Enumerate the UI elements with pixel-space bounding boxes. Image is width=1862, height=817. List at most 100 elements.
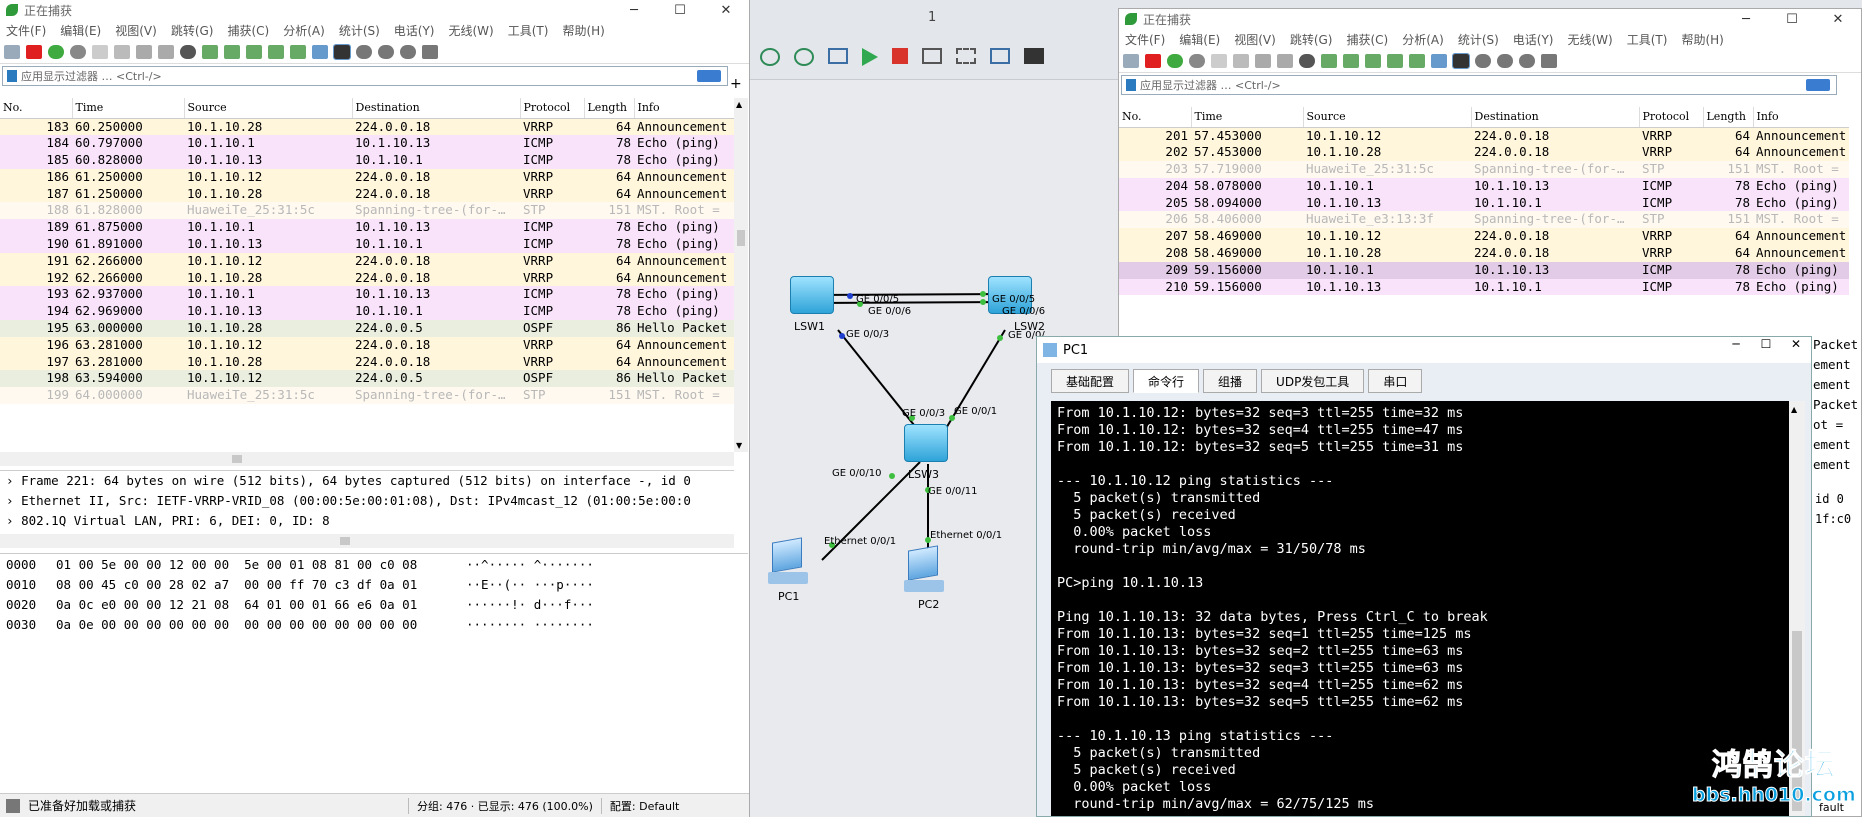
detail-row[interactable]: › Ethernet II, Src: IETF-VRRP-VRID_08 (0… <box>0 491 734 511</box>
maximize-icon[interactable]: ☐ <box>1769 9 1815 29</box>
zoom-out-icon[interactable] <box>1497 53 1513 68</box>
pc1-title-bar[interactable]: PC1 ─ ☐ ✕ <box>1037 337 1811 363</box>
menu-item[interactable]: 文件(F) <box>6 22 46 39</box>
restart-capture-icon[interactable] <box>1167 53 1183 68</box>
column-header[interactable]: Protocol <box>1639 107 1704 128</box>
menu-item[interactable]: 无线(W) <box>449 22 494 39</box>
column-header[interactable]: Destination <box>352 98 521 119</box>
table-row[interactable]: 202 57.453000 10.1.10.28 224.0.0.18 VRRP 64 An… <box>1119 144 1849 162</box>
table-row[interactable]: 210 59.156000 10.1.10.13 10.1.10.1 ICMP 78 Ech… <box>1119 278 1849 296</box>
table-row[interactable]: 205 58.094000 10.1.10.13 10.1.10.1 ICMP 78 Ech… <box>1119 194 1849 212</box>
reload-icon[interactable] <box>1277 53 1293 68</box>
table-row[interactable]: 203 57.719000 HuaweiTe_25:31:5c Spanning-tr… <box>1119 161 1849 178</box>
lsw1-device[interactable] <box>790 276 834 314</box>
forward-icon[interactable] <box>224 44 240 59</box>
column-header[interactable]: Destination <box>1471 107 1640 128</box>
packet-bytes[interactable]: 0000 01 00 5e 00 00 12 00 00 5e 00 01 08 … <box>0 553 748 783</box>
menu-item[interactable]: 电话(Y) <box>1513 31 1554 48</box>
autoscroll-icon[interactable] <box>1431 53 1447 68</box>
find-icon[interactable] <box>180 44 196 59</box>
restart-capture-icon[interactable] <box>48 44 64 59</box>
table-row[interactable]: 206 58.406000 HuaweiTe_e3:13:3f Spanning-tr… <box>1119 211 1849 229</box>
stop-capture-icon[interactable] <box>1145 53 1161 68</box>
minimize-icon[interactable]: ─ <box>1721 337 1751 359</box>
zoom-reset-icon[interactable] <box>1519 53 1535 68</box>
packet-list-hscrollbar[interactable] <box>0 452 734 466</box>
close-icon[interactable]: ✕ <box>703 0 749 20</box>
table-row[interactable]: 199 64.000000 HuaweiTe_25:31:5c Spanning-tr… <box>0 387 734 405</box>
maximize-icon[interactable]: ☐ <box>1751 337 1781 359</box>
packet-details[interactable]: › Frame 221: 64 bytes on wire (512 bits)… <box>0 470 734 536</box>
last-icon[interactable] <box>1409 53 1425 68</box>
back-icon[interactable] <box>202 44 218 59</box>
add-filter-icon[interactable]: + <box>730 76 742 92</box>
menu-item[interactable]: 跳转(G) <box>171 22 214 39</box>
table-row[interactable]: 184 60.797000 10.1.10.1 10.1.10.13 ICMP 78 Ech… <box>0 135 734 153</box>
capture-options-icon[interactable] <box>1189 53 1205 68</box>
table-row[interactable]: 209 59.156000 10.1.10.1 10.1.10.13 ICMP 78 Ech… <box>1119 261 1849 279</box>
apply-filter-icon[interactable] <box>1806 79 1830 91</box>
zoom-reset-icon[interactable] <box>400 44 416 59</box>
pc1-console[interactable]: From 10.1.10.12: bytes=32 seq=3 ttl=255 … <box>1051 401 1789 816</box>
close-file-icon[interactable] <box>136 44 152 59</box>
apply-filter-icon[interactable] <box>697 70 721 82</box>
resize-columns-icon[interactable] <box>1541 53 1557 68</box>
back-icon[interactable] <box>1321 53 1337 68</box>
table-row[interactable]: 187 61.250000 10.1.10.28 224.0.0.18 VRRP 64 An… <box>0 185 734 203</box>
column-header[interactable]: Info <box>1753 107 1849 128</box>
column-header[interactable]: Source <box>184 98 353 119</box>
close-icon[interactable]: ✕ <box>1781 337 1811 359</box>
column-header[interactable]: Length <box>1703 107 1754 128</box>
first-icon[interactable] <box>268 44 284 59</box>
table-row[interactable]: 189 61.875000 10.1.10.1 10.1.10.13 ICMP 78 Ech… <box>0 219 734 237</box>
start-capture-icon[interactable] <box>1123 53 1139 68</box>
column-header[interactable]: Length <box>584 98 635 119</box>
table-row[interactable]: 197 63.281000 10.1.10.28 224.0.0.18 VRRP 64 An… <box>0 353 734 371</box>
colorize-icon[interactable] <box>333 43 351 60</box>
detail-row[interactable]: › Frame 221: 64 bytes on wire (512 bits)… <box>0 471 734 491</box>
details-hscrollbar[interactable] <box>0 534 734 548</box>
bookmark-icon[interactable] <box>7 70 17 82</box>
close-icon[interactable]: ✕ <box>1815 9 1861 29</box>
table-row[interactable]: 186 61.250000 10.1.10.12 224.0.0.18 VRRP 64 An… <box>0 168 734 186</box>
bookmark-icon[interactable] <box>1126 79 1136 91</box>
packet-list[interactable]: No. Time Source Destination Protocol Length In… <box>1119 107 1849 337</box>
stop-capture-icon[interactable] <box>26 44 42 59</box>
detail-row[interactable]: › 802.1Q Virtual LAN, PRI: 6, DEI: 0, ID… <box>0 511 734 531</box>
expand-arrow-icon[interactable]: › <box>6 473 21 488</box>
tab-组播[interactable]: 组播 <box>1203 369 1258 393</box>
table-row[interactable]: 196 63.281000 10.1.10.12 224.0.0.18 VRRP 64 An… <box>0 336 734 354</box>
menu-item[interactable]: 无线(W) <box>1568 31 1613 48</box>
column-header[interactable]: No. <box>1119 107 1192 128</box>
close-file-icon[interactable] <box>1255 53 1271 68</box>
column-header[interactable]: Info <box>634 98 734 119</box>
table-row[interactable]: 208 58.469000 10.1.10.28 224.0.0.18 VRRP 64 An… <box>1119 245 1849 262</box>
column-header[interactable]: Time <box>72 98 185 119</box>
tab-串口[interactable]: 串口 <box>1368 369 1423 393</box>
lsw3-device[interactable] <box>904 424 948 462</box>
status-profile[interactable]: 配置: Default <box>600 797 687 814</box>
table-row[interactable]: 194 62.969000 10.1.10.13 10.1.10.1 ICMP 78 Ech… <box>0 303 734 321</box>
menu-item[interactable]: 电话(Y) <box>394 22 435 39</box>
tab-UDP发包工具[interactable]: UDP发包工具 <box>1261 369 1365 393</box>
table-row[interactable]: 195 63.000000 10.1.10.28 224.0.0.5 OSPF 86 Hel… <box>0 320 734 337</box>
menu-item[interactable]: 视图(V) <box>115 22 157 39</box>
minimize-icon[interactable]: ─ <box>611 0 657 20</box>
table-row[interactable]: 185 60.828000 10.1.10.13 10.1.10.1 ICMP 78 Ech… <box>0 152 734 169</box>
menu-item[interactable]: 捕获(C) <box>1346 31 1388 48</box>
table-row[interactable]: 198 63.594000 10.1.10.12 224.0.0.5 OSPF 86 Hel… <box>0 370 734 388</box>
table-row[interactable]: 193 62.937000 10.1.10.1 10.1.10.13 ICMP 78 Ech… <box>0 286 734 304</box>
menu-item[interactable]: 编辑(E) <box>60 22 101 39</box>
goto-icon[interactable] <box>246 44 262 59</box>
table-row[interactable]: 207 58.469000 10.1.10.12 224.0.0.18 VRRP 64 An… <box>1119 228 1849 246</box>
menu-item[interactable]: 帮助(H) <box>562 22 604 39</box>
capture-options-icon[interactable] <box>70 44 86 59</box>
goto-icon[interactable] <box>1365 53 1381 68</box>
table-row[interactable]: 188 61.828000 HuaweiTe_25:31:5c Spanning-tr… <box>0 202 734 220</box>
packet-list-scrollbar[interactable]: ▲ ▼ <box>734 98 748 452</box>
table-row[interactable]: 204 58.078000 10.1.10.1 10.1.10.13 ICMP 78 Ech… <box>1119 177 1849 195</box>
menu-item[interactable]: 分析(A) <box>283 22 325 39</box>
save-icon[interactable] <box>1233 53 1249 68</box>
menu-item[interactable]: 跳转(G) <box>1290 31 1333 48</box>
display-filter-bar[interactable]: 应用显示过滤器 … <Ctrl-/> <box>1121 75 1837 95</box>
